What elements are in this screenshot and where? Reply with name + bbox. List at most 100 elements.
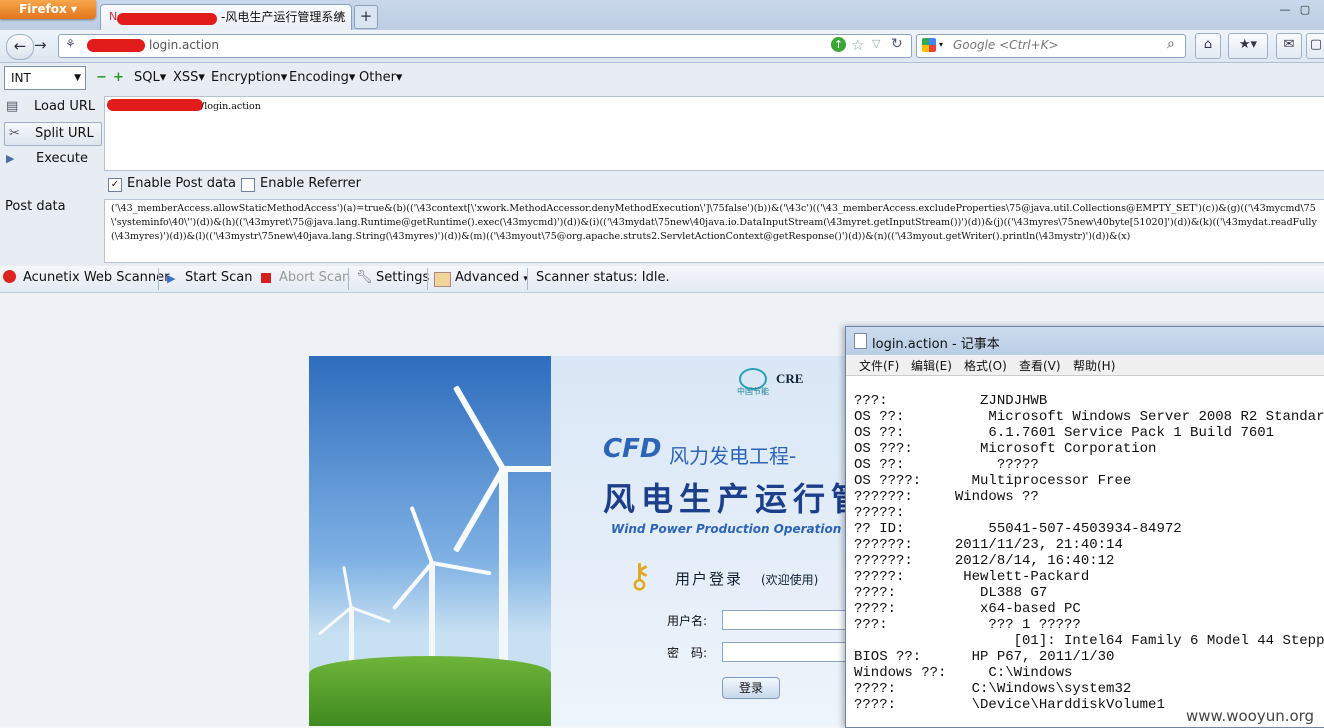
- enable-referrer-label: Enable Referrer: [260, 176, 361, 191]
- separator: [427, 268, 428, 290]
- menu-encoding[interactable]: Encoding▾: [289, 70, 355, 85]
- separator: [158, 268, 159, 290]
- login-form-panel: 中国节能 CRE CFD 风力发电工程- 风电生产运行管 Wind Power …: [551, 356, 849, 726]
- engine-dropdown-icon[interactable]: ▾: [939, 40, 943, 49]
- menu-view[interactable]: 查看(V): [1019, 357, 1061, 374]
- menu-encryption[interactable]: Encryption▾: [211, 70, 287, 85]
- turbine-blade: [409, 505, 434, 564]
- search-icon[interactable]: ⌕: [1167, 36, 1175, 52]
- settings-button[interactable]: Settings: [376, 270, 429, 285]
- turbine-blade: [342, 565, 353, 608]
- increase-icon[interactable]: +: [113, 70, 124, 85]
- welcome-text: (欢迎使用): [761, 573, 819, 587]
- scissors-icon: ✂: [9, 126, 20, 141]
- browser-tab[interactable]: N -风电生产运行管理系统 ✕: [100, 4, 352, 31]
- new-tab-button[interactable]: +: [354, 5, 378, 29]
- menu-file[interactable]: 文件(F): [859, 357, 899, 374]
- play-icon: ▶: [6, 152, 15, 165]
- chevron-down-icon: ▼: [74, 73, 81, 83]
- split-url-label: Split URL: [35, 126, 94, 141]
- login-heading: 用户登录: [675, 570, 744, 588]
- wrench-icon: 🔧︎: [356, 270, 373, 285]
- logo-small-text: 中国节能: [737, 387, 769, 396]
- start-scan-icon[interactable]: ▶: [167, 272, 175, 285]
- turbine-blade: [452, 467, 506, 553]
- load-url-button[interactable]: ▤ Load URL: [4, 96, 100, 118]
- advanced-label: Advanced: [455, 270, 520, 285]
- bookmark-star-icon[interactable]: ☆: [851, 36, 864, 54]
- menu-xss[interactable]: XSS▾: [173, 70, 205, 85]
- forward-arrow-icon[interactable]: →: [34, 36, 47, 54]
- redaction-mark: [107, 99, 203, 111]
- stop-icon: [261, 273, 271, 283]
- menu-format[interactable]: 格式(O): [964, 357, 1007, 374]
- url-textarea-value: /login.action: [201, 101, 261, 112]
- login-button[interactable]: 登录: [722, 677, 780, 699]
- toolbar-overflow-icon[interactable]: ▢: [1306, 33, 1324, 59]
- execute-button[interactable]: ▶ Execute: [4, 148, 100, 170]
- separator: [348, 268, 349, 290]
- brand-text: CRE: [776, 371, 804, 386]
- maximize-icon[interactable]: ▢: [1298, 2, 1312, 18]
- advanced-button[interactable]: Advanced ▾: [455, 270, 528, 285]
- firefox-menu-button[interactable]: Firefox ▾: [0, 0, 96, 19]
- site-identity-icon: ⚘: [65, 37, 76, 51]
- redaction-mark: [87, 39, 145, 52]
- abort-scan-button[interactable]: Abort Scan: [279, 270, 350, 285]
- home-icon[interactable]: ⌂: [1195, 33, 1221, 59]
- scanner-status: Scanner status: Idle.: [536, 270, 670, 285]
- search-bar[interactable]: ▾ Google <Ctrl+K> ⌕: [916, 34, 1186, 58]
- enable-referrer-checkbox[interactable]: [241, 178, 255, 192]
- notepad-text[interactable]: ???: ZJNDJHWB OS ??: Microsoft Windows S…: [854, 393, 1324, 713]
- reload-icon[interactable]: ↻: [891, 36, 903, 52]
- notepad-titlebar: login.action - 记事本: [846, 327, 1324, 355]
- close-tab-icon[interactable]: ✕: [336, 5, 345, 29]
- password-field[interactable]: [722, 642, 849, 662]
- url-textarea[interactable]: /login.action: [104, 96, 1324, 171]
- grass-hill: [309, 656, 551, 726]
- load-url-icon: ▤: [6, 99, 19, 114]
- acunetix-title: Acunetix Web Scanner: [23, 270, 170, 285]
- enable-post-checkbox[interactable]: ✓: [108, 178, 122, 192]
- turbine-blade: [350, 606, 391, 624]
- bookmarks-menu-icon[interactable]: ★▾: [1228, 33, 1268, 59]
- inbox-icon[interactable]: ✉: [1276, 33, 1302, 59]
- post-data-textarea[interactable]: ('\43_memberAccess.allowStaticMethodAcce…: [104, 199, 1324, 263]
- decrease-icon[interactable]: −: [96, 70, 107, 85]
- turbine-blade: [391, 561, 434, 611]
- password-label: 密 码:: [667, 646, 708, 660]
- username-field[interactable]: [722, 610, 849, 630]
- type-select[interactable]: INT ▼: [4, 66, 86, 90]
- system-title: 风电生产运行管: [603, 480, 849, 518]
- split-url-button[interactable]: ✂ Split URL: [4, 122, 102, 146]
- separator: [527, 268, 528, 290]
- turbine-blade: [317, 606, 352, 636]
- advanced-icon: [434, 272, 451, 287]
- watermark: www.wooyun.org: [1186, 707, 1315, 725]
- menu-help[interactable]: 帮助(H): [1073, 357, 1115, 374]
- start-scan-button[interactable]: Start Scan: [185, 270, 253, 285]
- go-arrow-icon[interactable]: ↑: [831, 37, 846, 52]
- back-arrow-icon: ←: [13, 37, 27, 55]
- history-dropdown-icon[interactable]: ▽: [872, 37, 880, 50]
- menu-sql[interactable]: SQL▾: [134, 70, 166, 85]
- menu-other[interactable]: Other▾: [359, 70, 402, 85]
- google-icon[interactable]: [922, 38, 936, 52]
- tab-title: -风电生产运行管理系统: [221, 10, 346, 24]
- back-button[interactable]: ←: [6, 34, 34, 60]
- notepad-menubar: 文件(F) 编辑(E) 格式(O) 查看(V) 帮助(H): [846, 355, 1324, 376]
- username-label: 用户名:: [667, 614, 708, 628]
- tab-favicon-icon: N: [109, 10, 118, 23]
- menu-edit[interactable]: 编辑(E): [911, 357, 952, 374]
- subtitle: 风力发电工程-: [669, 444, 797, 468]
- post-data-value: ('\43_memberAccess.allowStaticMethodAcce…: [111, 203, 1317, 242]
- cfd-logo: CFD: [603, 434, 662, 464]
- url-bar[interactable]: ⚘ login.action ↑ ☆ ▽ ↻: [58, 34, 912, 58]
- type-select-value: INT: [11, 71, 31, 85]
- acunetix-logo-icon: [3, 270, 16, 283]
- post-data-label: Post data: [5, 199, 66, 214]
- login-panel: 中国节能 CRE CFD 风力发电工程- 风电生产运行管 Wind Power …: [309, 356, 849, 726]
- enable-post-label: Enable Post data: [127, 176, 237, 191]
- minimize-icon[interactable]: —: [1278, 2, 1292, 18]
- wind-turbine-image: [309, 356, 598, 726]
